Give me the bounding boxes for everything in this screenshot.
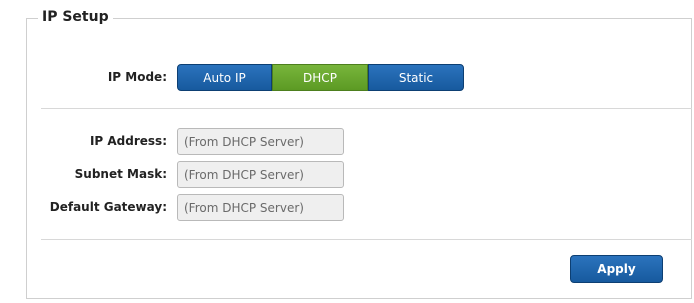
ip-address-input[interactable] [177, 128, 344, 155]
ip-mode-dhcp-button[interactable]: DHCP [272, 64, 368, 91]
default-gateway-label: Default Gateway: [49, 200, 167, 214]
ip-mode-selector: Auto IP DHCP Static [177, 64, 464, 91]
default-gateway-input[interactable] [177, 194, 344, 221]
section-title: IP Setup [38, 9, 113, 25]
apply-button[interactable]: Apply [570, 255, 663, 283]
subnet-mask-input[interactable] [177, 161, 344, 188]
divider [41, 239, 692, 240]
ip-setup-page: IP Setup IP Mode: Auto IP DHCP Static IP… [0, 0, 694, 303]
ip-mode-static-button[interactable]: Static [368, 64, 464, 91]
ip-mode-auto-ip-button[interactable]: Auto IP [177, 64, 272, 91]
ip-mode-label: IP Mode: [107, 70, 167, 84]
divider [41, 108, 692, 109]
ip-address-label: IP Address: [89, 134, 167, 148]
subnet-mask-label: Subnet Mask: [74, 167, 167, 181]
